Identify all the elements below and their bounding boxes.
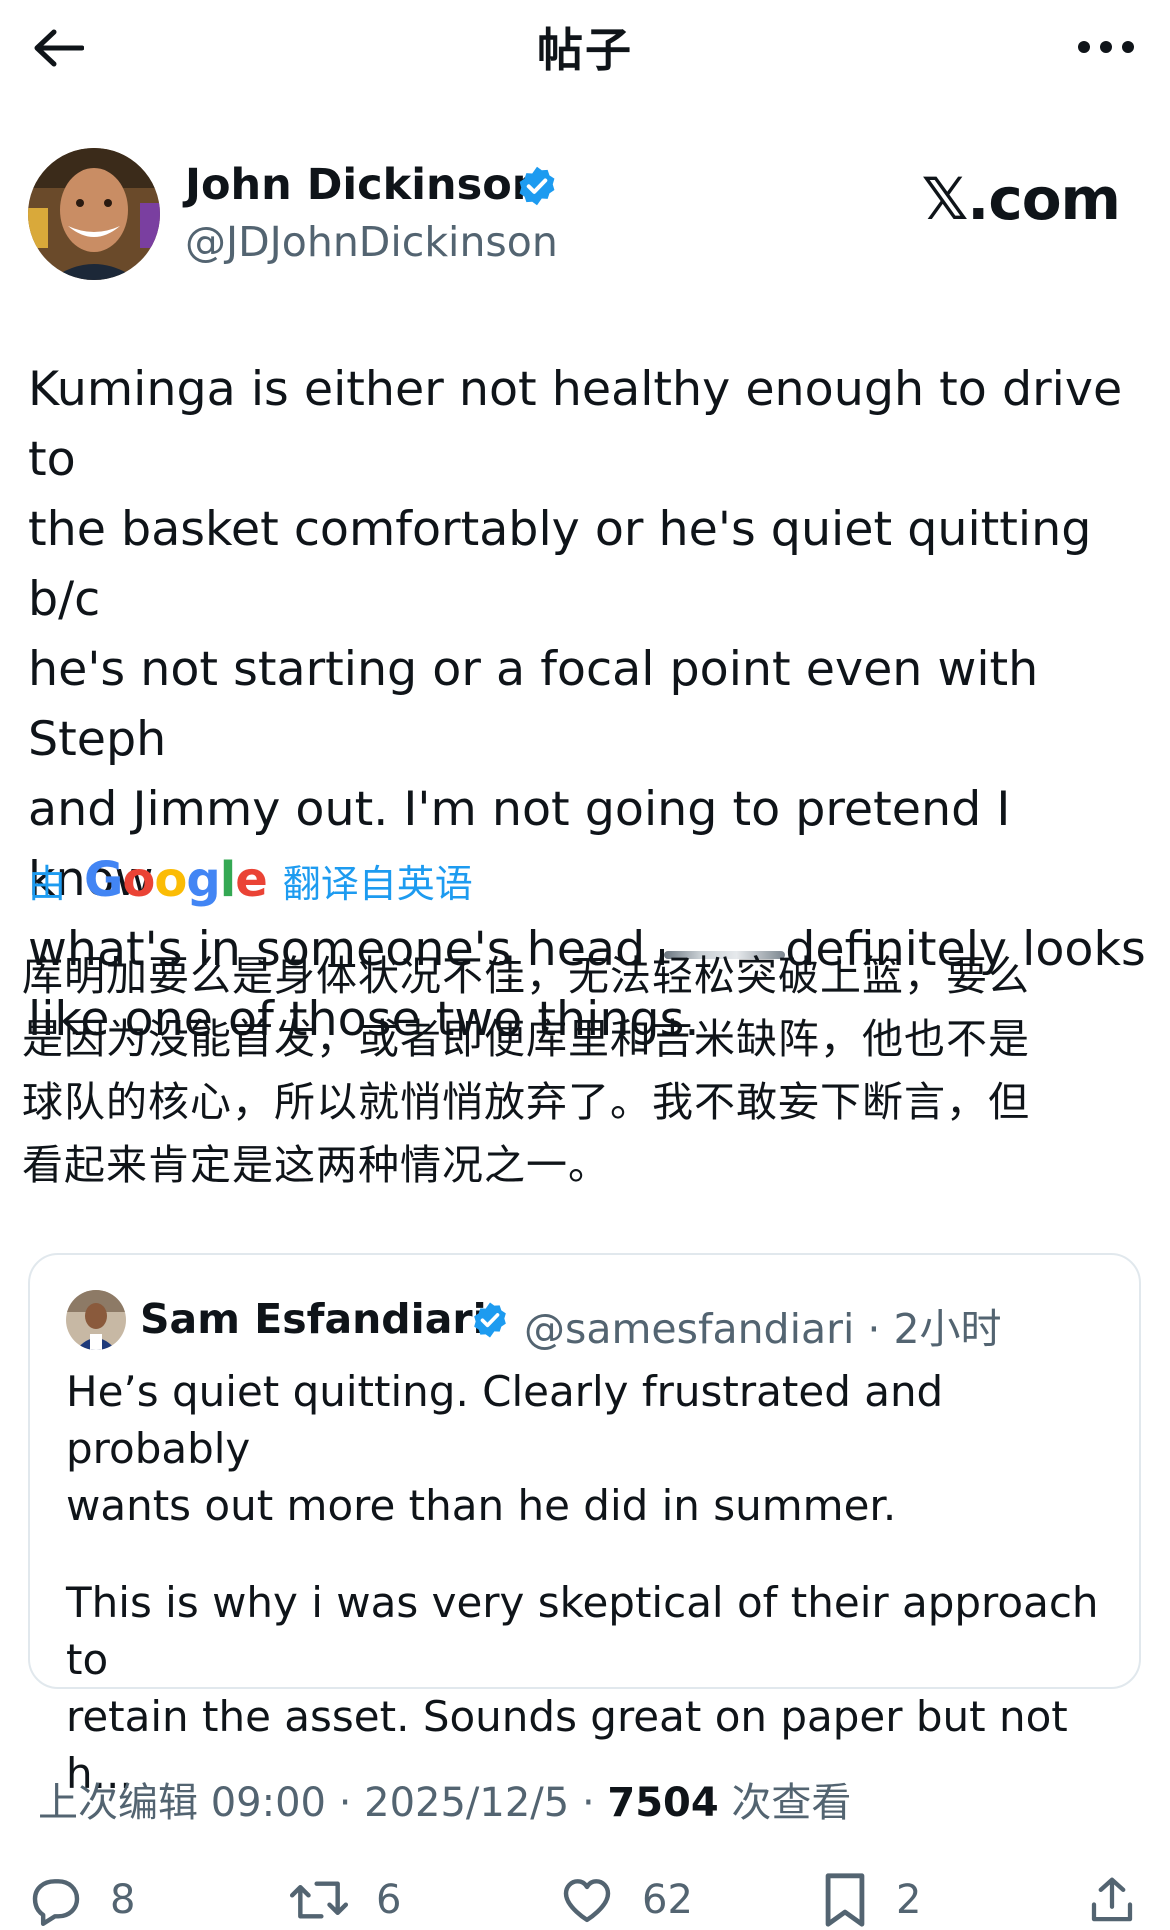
view-count: 7504 — [607, 1780, 719, 1826]
translate-by-label: 由 — [28, 861, 67, 906]
edited-timestamp[interactable]: 上次编辑 09:00 · 2025/12/5 · — [38, 1780, 607, 1826]
bookmark-icon — [825, 1873, 865, 1927]
quote-handle-time: @samesfandiari · 2小时 — [524, 1305, 1002, 1353]
page-title: 帖子 — [537, 23, 633, 77]
view-label: 次查看 — [718, 1780, 852, 1826]
reply-count: 8 — [110, 1877, 136, 1923]
tweet-line: the basket comfortably or he's quiet qui… — [28, 502, 1092, 627]
translation-attribution[interactable]: 由 Google 翻译自英语 — [28, 850, 473, 910]
author-name[interactable]: John Dickinson — [185, 160, 542, 210]
translated-line: 看起来肯定是这两种情况之一。 — [22, 1141, 610, 1189]
quote-line: This is why i was very skeptical of thei… — [66, 1578, 1099, 1684]
translated-line: 是因为没能首发，或者即便库里和吉米缺阵，他也不是 — [22, 1015, 1030, 1063]
reply-button[interactable]: 8 — [28, 1870, 135, 1930]
tweet-line: Kuminga is either not healthy enough to … — [28, 362, 1123, 487]
author-handle[interactable]: @JDJohnDickinson — [185, 218, 558, 266]
translated-line: 球队的核心，所以就悄悄放弃了。我不敢妄下断言，但 — [22, 1078, 1030, 1126]
quote-line: wants out more than he did in summer. — [66, 1481, 897, 1530]
site-logo: 𝕏.com — [921, 165, 1121, 233]
like-icon — [563, 1879, 611, 1923]
translate-from-label: 翻译自英语 — [282, 861, 473, 906]
retweet-button[interactable]: 6 — [288, 1870, 401, 1930]
verified-badge-icon — [519, 166, 555, 206]
retweet-icon — [289, 1881, 349, 1919]
bookmark-count: 2 — [896, 1877, 922, 1923]
quote-author-avatar — [66, 1290, 126, 1350]
tweet-meta: 上次编辑 09:00 · 2025/12/5 · 7504 次查看 — [38, 1770, 851, 1828]
tweet-line: he's not starting or a focal point even … — [28, 642, 1039, 767]
quote-text: He’s quiet quitting. Clearly frustrated … — [66, 1363, 1116, 1802]
reply-icon — [32, 1879, 80, 1927]
google-logo: Google — [84, 852, 268, 908]
quote-author-name: Sam Esfandiari — [140, 1295, 487, 1343]
more-button[interactable] — [1066, 22, 1146, 72]
translated-text: 库明加要么是身体状况不佳，无法轻松突破上篮，要么 是因为没能首发，或者即便库里和… — [22, 945, 1142, 1197]
more-icon — [1078, 41, 1134, 53]
like-count: 62 — [642, 1877, 693, 1923]
verified-badge-icon — [474, 1302, 506, 1338]
share-button[interactable] — [1085, 1870, 1139, 1930]
like-button[interactable]: 62 — [558, 1870, 693, 1930]
author-avatar[interactable] — [28, 148, 160, 280]
translated-line: 库明加要么是身体状况不佳，无法轻松突破上篮，要么 — [22, 952, 1030, 1000]
share-icon — [1091, 1877, 1133, 1922]
retweet-count: 6 — [376, 1877, 402, 1923]
quote-line: He’s quiet quitting. Clearly frustrated … — [66, 1367, 944, 1473]
bookmark-button[interactable]: 2 — [820, 1870, 921, 1930]
